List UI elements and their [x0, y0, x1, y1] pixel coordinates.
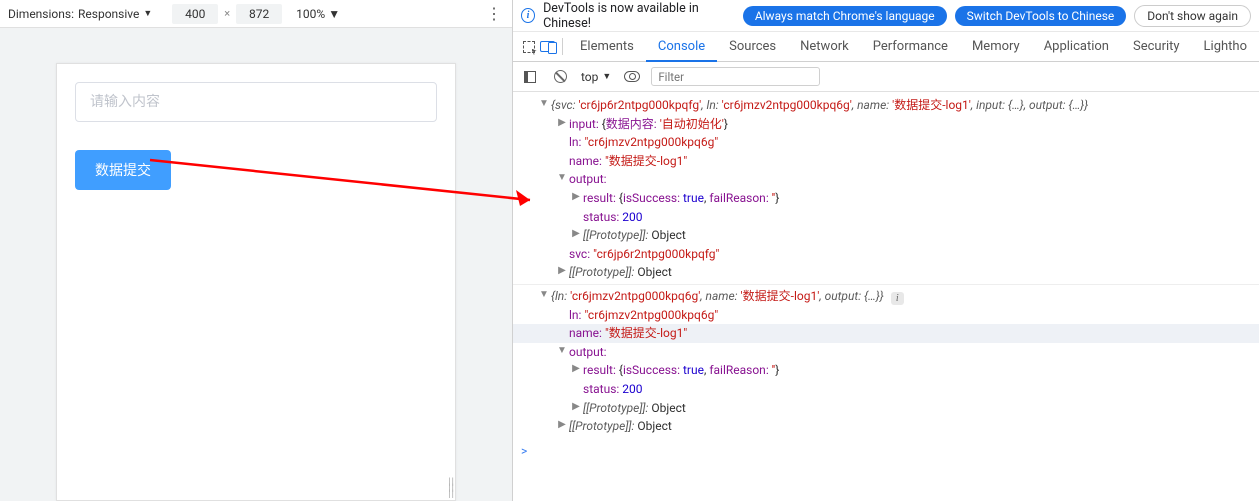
height-input[interactable] [236, 4, 282, 24]
console-row[interactable]: ▶ input: {数据内容: '自动初始化'} [513, 115, 1259, 134]
console-row[interactable]: ▼ {ln: 'cr6jmzv2ntpg000kpq6g', name: '数据… [513, 284, 1259, 306]
times-separator: × [224, 7, 230, 20]
language-banner: i DevTools is now available in Chinese! … [513, 0, 1259, 32]
tab-sources[interactable]: Sources [717, 32, 788, 61]
filter-input[interactable] [651, 67, 820, 86]
tab-application[interactable]: Application [1032, 32, 1121, 61]
console-row[interactable]: svc: "cr6jp6r2ntpg000kpqfg" [513, 245, 1259, 264]
console-row[interactable]: ▶ [[Prototype]]: Object [513, 399, 1259, 418]
console-prompt[interactable]: > [513, 442, 1259, 461]
separator [562, 38, 563, 55]
dimensions-inputs: × [172, 4, 282, 24]
live-expression-icon[interactable] [621, 71, 643, 82]
console-row[interactable]: status: 200 [513, 208, 1259, 227]
console-output: ▼ {svc: 'cr6jp6r2ntpg000kpqfg', ln: 'cr6… [513, 92, 1259, 501]
expand-toggle-icon[interactable]: ▼ [557, 343, 567, 359]
tab-memory[interactable]: Memory [960, 32, 1032, 61]
always-match-button[interactable]: Always match Chrome's language [743, 6, 947, 26]
preview-stage: 数据提交 |||||| [0, 28, 512, 501]
console-row[interactable]: ▶ result: {isSuccess: true, failReason: … [513, 361, 1259, 380]
console-row[interactable]: status: 200 [513, 380, 1259, 399]
dimension-mode: Responsive [78, 7, 139, 21]
log-summary: {ln: 'cr6jmzv2ntpg000kpq6g', name: '数据提交… [539, 289, 904, 303]
expand-toggle-icon[interactable]: ▶ [571, 361, 581, 377]
console-toolbar: top ▼ [513, 62, 1259, 92]
console-row[interactable]: ▶ result: {isSuccess: true, failReason: … [513, 189, 1259, 208]
dimensions-label: Dimensions: [8, 7, 74, 21]
console-row[interactable]: ▶ [[Prototype]]: Object [513, 263, 1259, 282]
zoom-select[interactable]: 100% ▼ [296, 7, 340, 21]
console-row[interactable]: ▶ [[Prototype]]: Object [513, 417, 1259, 436]
log-summary: {svc: 'cr6jp6r2ntpg000kpqfg', ln: 'cr6jm… [539, 98, 1088, 112]
chevron-down-icon: ▼ [143, 8, 152, 19]
width-input[interactable] [172, 4, 218, 24]
expand-toggle-icon[interactable]: ▶ [557, 263, 567, 279]
console-row[interactable]: ▶ [[Prototype]]: Object [513, 226, 1259, 245]
expand-toggle-icon[interactable]: ▶ [557, 417, 567, 433]
tab-security[interactable]: Security [1121, 32, 1192, 61]
context-select[interactable]: top ▼ [579, 70, 613, 84]
zoom-value: 100% [296, 7, 325, 21]
chevron-down-icon: ▼ [328, 7, 340, 21]
devtools-tabs: Elements Console Sources Network Perform… [513, 32, 1259, 62]
inspect-element-icon[interactable] [519, 32, 538, 61]
toggle-device-icon[interactable] [538, 32, 557, 61]
console-row[interactable]: name: "数据提交-log1" [513, 152, 1259, 171]
expand-toggle-icon[interactable]: ▶ [571, 189, 581, 205]
device-toolbar: Dimensions: Responsive ▼ × 100% ▼ ⋮ [0, 0, 512, 28]
info-badge-icon[interactable]: i [891, 292, 904, 305]
console-row[interactable]: name: "数据提交-log1" [513, 324, 1259, 343]
tab-network[interactable]: Network [788, 32, 861, 61]
tab-performance[interactable]: Performance [861, 32, 960, 61]
more-options-icon[interactable]: ⋮ [486, 9, 502, 19]
banner-message: DevTools is now available in Chinese! [543, 1, 735, 31]
tab-lighthouse[interactable]: Lightho [1192, 32, 1259, 61]
toggle-sidebar-icon[interactable] [519, 71, 541, 83]
info-icon: i [521, 8, 535, 23]
device-frame: 数据提交 [56, 63, 456, 501]
clear-console-icon[interactable] [549, 70, 571, 83]
console-row[interactable]: ▼ output: [513, 170, 1259, 189]
dimensions-select[interactable]: Dimensions: Responsive ▼ [8, 7, 152, 21]
tab-console[interactable]: Console [646, 32, 717, 62]
expand-toggle-icon[interactable]: ▶ [571, 226, 581, 242]
submit-button[interactable]: 数据提交 [75, 150, 171, 190]
expand-toggle-icon[interactable]: ▼ [539, 96, 549, 112]
resize-handle-icon[interactable]: |||||| [448, 480, 455, 498]
console-row[interactable]: ▼ {svc: 'cr6jp6r2ntpg000kpqfg', ln: 'cr6… [513, 96, 1259, 115]
dismiss-button[interactable]: Don't show again [1134, 5, 1251, 27]
context-value: top [581, 70, 598, 84]
console-row[interactable]: ▼ output: [513, 343, 1259, 362]
devtools-pane: i DevTools is now available in Chinese! … [513, 0, 1259, 501]
content-input[interactable] [75, 82, 437, 122]
expand-toggle-icon[interactable]: ▶ [557, 115, 567, 131]
expand-toggle-icon[interactable]: ▶ [571, 399, 581, 415]
tab-elements[interactable]: Elements [568, 32, 646, 61]
chevron-down-icon: ▼ [602, 71, 611, 82]
responsive-preview-pane: Dimensions: Responsive ▼ × 100% ▼ ⋮ 数据提交… [0, 0, 513, 501]
console-row[interactable]: ln: "cr6jmzv2ntpg000kpq6g" [513, 133, 1259, 152]
expand-toggle-icon[interactable]: ▼ [557, 170, 567, 186]
switch-language-button[interactable]: Switch DevTools to Chinese [955, 6, 1127, 26]
console-row[interactable]: ln: "cr6jmzv2ntpg000kpq6g" [513, 306, 1259, 325]
expand-toggle-icon[interactable]: ▼ [539, 287, 549, 303]
